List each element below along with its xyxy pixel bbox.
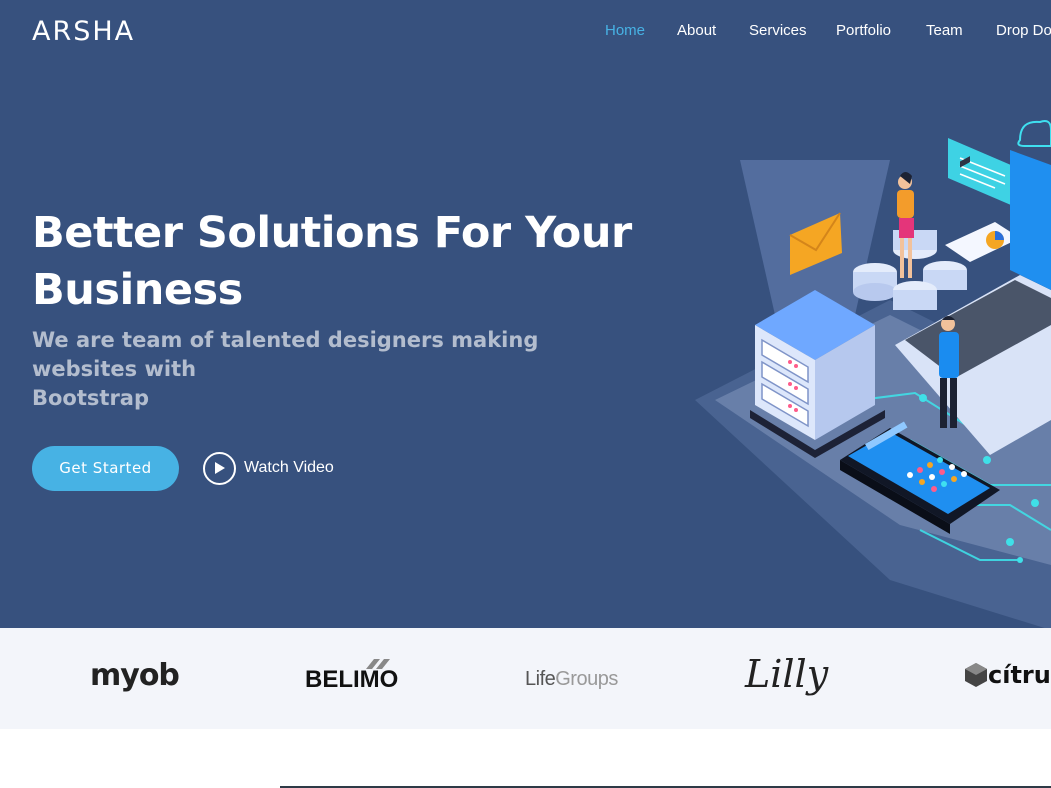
hero-subtitle-line-2: Bootstrap bbox=[32, 386, 149, 410]
lifegroups-part-2: Groups bbox=[555, 668, 618, 690]
get-started-button[interactable]: Get Started bbox=[32, 446, 179, 491]
nav-item-dropdown[interactable]: Drop Do bbox=[996, 22, 1051, 39]
nav-item-team[interactable]: Team bbox=[926, 22, 963, 39]
nav-item-home[interactable]: Home bbox=[605, 22, 645, 39]
client-logo-myob: myob bbox=[90, 658, 180, 693]
hero-subtitle: We are team of talented designers making… bbox=[32, 326, 642, 413]
clients-section: myob BELIMO LifeGroups Lilly cítrus bbox=[0, 628, 1051, 729]
hero-section: ARSHA Home About Services Portfolio Team… bbox=[0, 0, 1051, 628]
client-logo-lilly: Lilly bbox=[745, 652, 829, 696]
isometric-tech-illustration bbox=[695, 120, 1051, 628]
nav-item-about[interactable]: About bbox=[677, 22, 716, 39]
client-logo-citrus: cítrus bbox=[965, 661, 1051, 689]
nav-item-portfolio[interactable]: Portfolio bbox=[836, 22, 891, 39]
belimo-mark-icon bbox=[366, 659, 390, 669]
client-logo-belimo: BELIMO bbox=[305, 659, 399, 694]
hero-title-line-1: Better Solutions For Your bbox=[32, 208, 632, 258]
nav-item-services[interactable]: Services bbox=[749, 22, 807, 39]
watch-video-link[interactable]: Watch Video bbox=[203, 451, 334, 485]
watch-video-label: Watch Video bbox=[244, 459, 334, 476]
lifegroups-part-1: Life bbox=[525, 668, 556, 690]
client-logo-lifegroups: LifeGroups bbox=[525, 668, 618, 691]
hero-title: Better Solutions For Your Business bbox=[32, 205, 632, 319]
play-circle-icon[interactable] bbox=[203, 451, 236, 485]
citrus-wordmark: cítrus bbox=[988, 661, 1051, 689]
citrus-hexagon-icon bbox=[965, 663, 987, 687]
hero-subtitle-line-1: We are team of talented designers making… bbox=[32, 328, 539, 381]
site-logo[interactable]: ARSHA bbox=[32, 16, 135, 47]
belimo-wordmark: BELIMO bbox=[305, 666, 399, 693]
hero-title-line-2: Business bbox=[32, 265, 243, 315]
